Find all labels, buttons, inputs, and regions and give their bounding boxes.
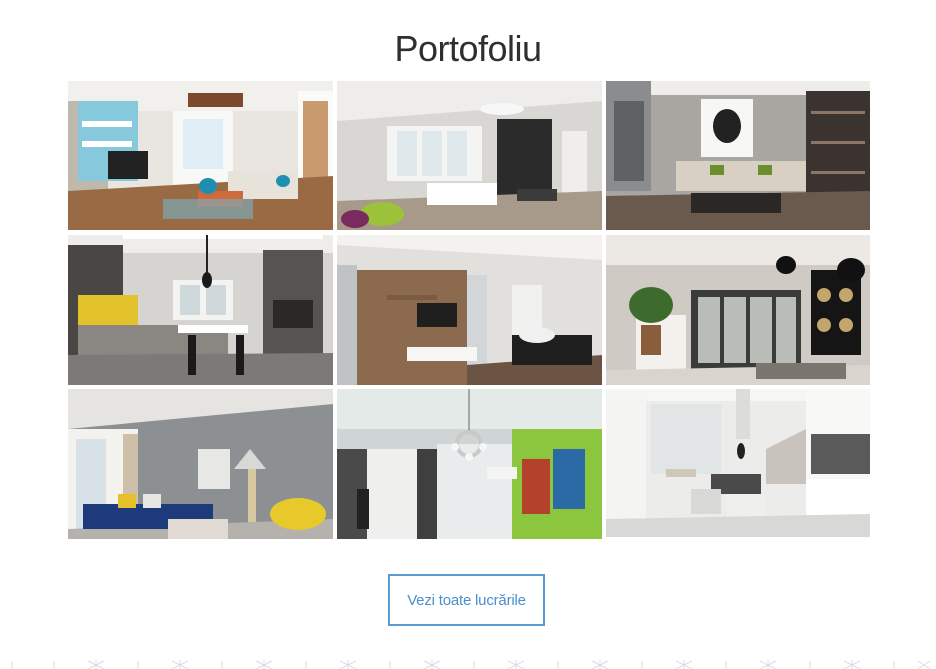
portfolio-title: Portofoliu xyxy=(394,28,542,69)
portfolio-item-1[interactable] xyxy=(68,81,333,230)
portfolio-image xyxy=(68,389,333,539)
portfolio-grid xyxy=(68,81,870,539)
portfolio-item-6[interactable] xyxy=(606,235,870,385)
portfolio-item-8[interactable] xyxy=(337,389,602,539)
portfolio-item-9[interactable] xyxy=(606,389,870,537)
portfolio-item-3[interactable] xyxy=(606,81,870,230)
portfolio-item-4[interactable] xyxy=(68,235,333,385)
portfolio-image xyxy=(337,389,602,539)
portfolio-image xyxy=(68,81,333,230)
portfolio-image xyxy=(68,235,333,385)
portfolio-image xyxy=(606,389,870,537)
portfolio-item-7[interactable] xyxy=(68,389,333,539)
portfolio-image xyxy=(606,81,870,230)
portfolio-image xyxy=(606,235,870,385)
portfolio-item-2[interactable] xyxy=(337,81,602,230)
portfolio-item-5[interactable] xyxy=(337,235,602,385)
portfolio-image xyxy=(337,235,602,385)
view-all-works-button[interactable]: Vezi toate lucrările xyxy=(388,574,545,626)
decorative-footer-pattern xyxy=(0,655,936,669)
portfolio-image xyxy=(337,81,602,230)
